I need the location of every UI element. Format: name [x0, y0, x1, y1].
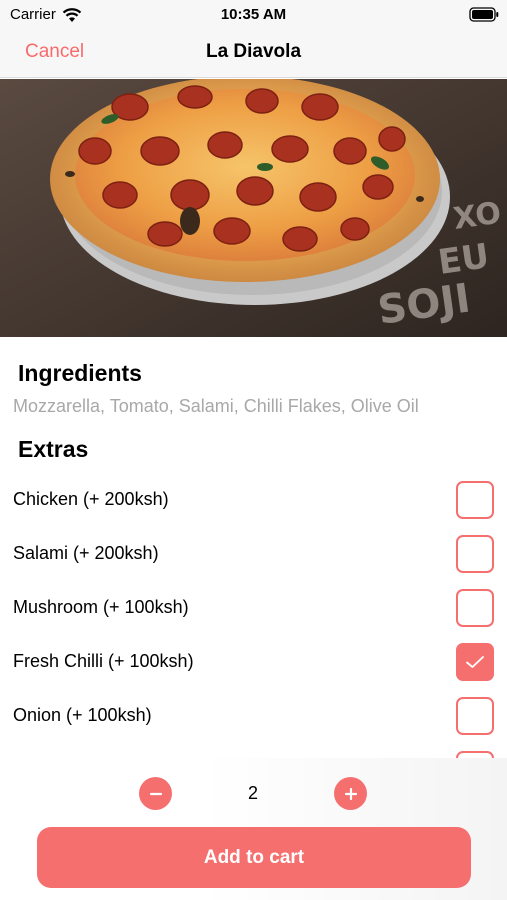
extra-checkbox-onion[interactable] [456, 697, 494, 735]
extras-list: Chicken (+ 200ksh) Salami (+ 200ksh) Mus… [0, 473, 507, 760]
decrease-quantity-button[interactable] [139, 777, 172, 810]
cart-panel: 2 Add to cart [0, 758, 507, 900]
extra-label: Mushroom (+ 100ksh) [13, 597, 189, 617]
extra-label: Chicken (+ 200ksh) [13, 489, 169, 509]
quantity-value: 2 [247, 783, 258, 803]
extra-row-fresh-chilli[interactable]: Fresh Chilli (+ 100ksh) [0, 635, 507, 689]
extra-checkbox-salami[interactable] [456, 535, 494, 573]
pizza-image: SOJI EU XO [0, 79, 507, 337]
extra-row-mushroom[interactable]: Mushroom (+ 100ksh) [0, 581, 507, 635]
ingredients-text: Mozzarella, Tomato, Salami, Chilli Flake… [13, 396, 419, 416]
status-time: 10:35 AM [220, 6, 287, 23]
battery-icon [469, 7, 499, 22]
add-to-cart-button[interactable]: Add to cart [37, 827, 471, 888]
extra-checkbox-fresh-chilli[interactable] [456, 643, 494, 681]
checkmark-icon [466, 656, 484, 668]
extra-row-chicken[interactable]: Chicken (+ 200ksh) [0, 473, 507, 527]
extra-label: Fresh Chilli (+ 100ksh) [13, 651, 194, 671]
extra-row-onion[interactable]: Onion (+ 100ksh) [0, 689, 507, 743]
plus-icon [344, 787, 357, 800]
svg-text:XO: XO [451, 196, 503, 237]
extra-label: Salami (+ 200ksh) [13, 543, 159, 563]
page-title: La Diavola [205, 41, 302, 62]
extra-checkbox-chicken[interactable] [456, 481, 494, 519]
extras-title: Extras [18, 436, 89, 462]
extra-row-salami[interactable]: Salami (+ 200ksh) [0, 527, 507, 581]
svg-text:EU: EU [436, 236, 492, 283]
extra-label: Onion (+ 100ksh) [13, 705, 152, 725]
minus-icon [149, 792, 162, 795]
increase-quantity-button[interactable] [334, 777, 367, 810]
status-bar: Carrier 10:35 AM [0, 0, 507, 30]
extra-checkbox-mushroom[interactable] [456, 589, 494, 627]
navigation-bar: Cancel La Diavola [0, 30, 507, 78]
ingredients-title: Ingredients [18, 360, 142, 386]
